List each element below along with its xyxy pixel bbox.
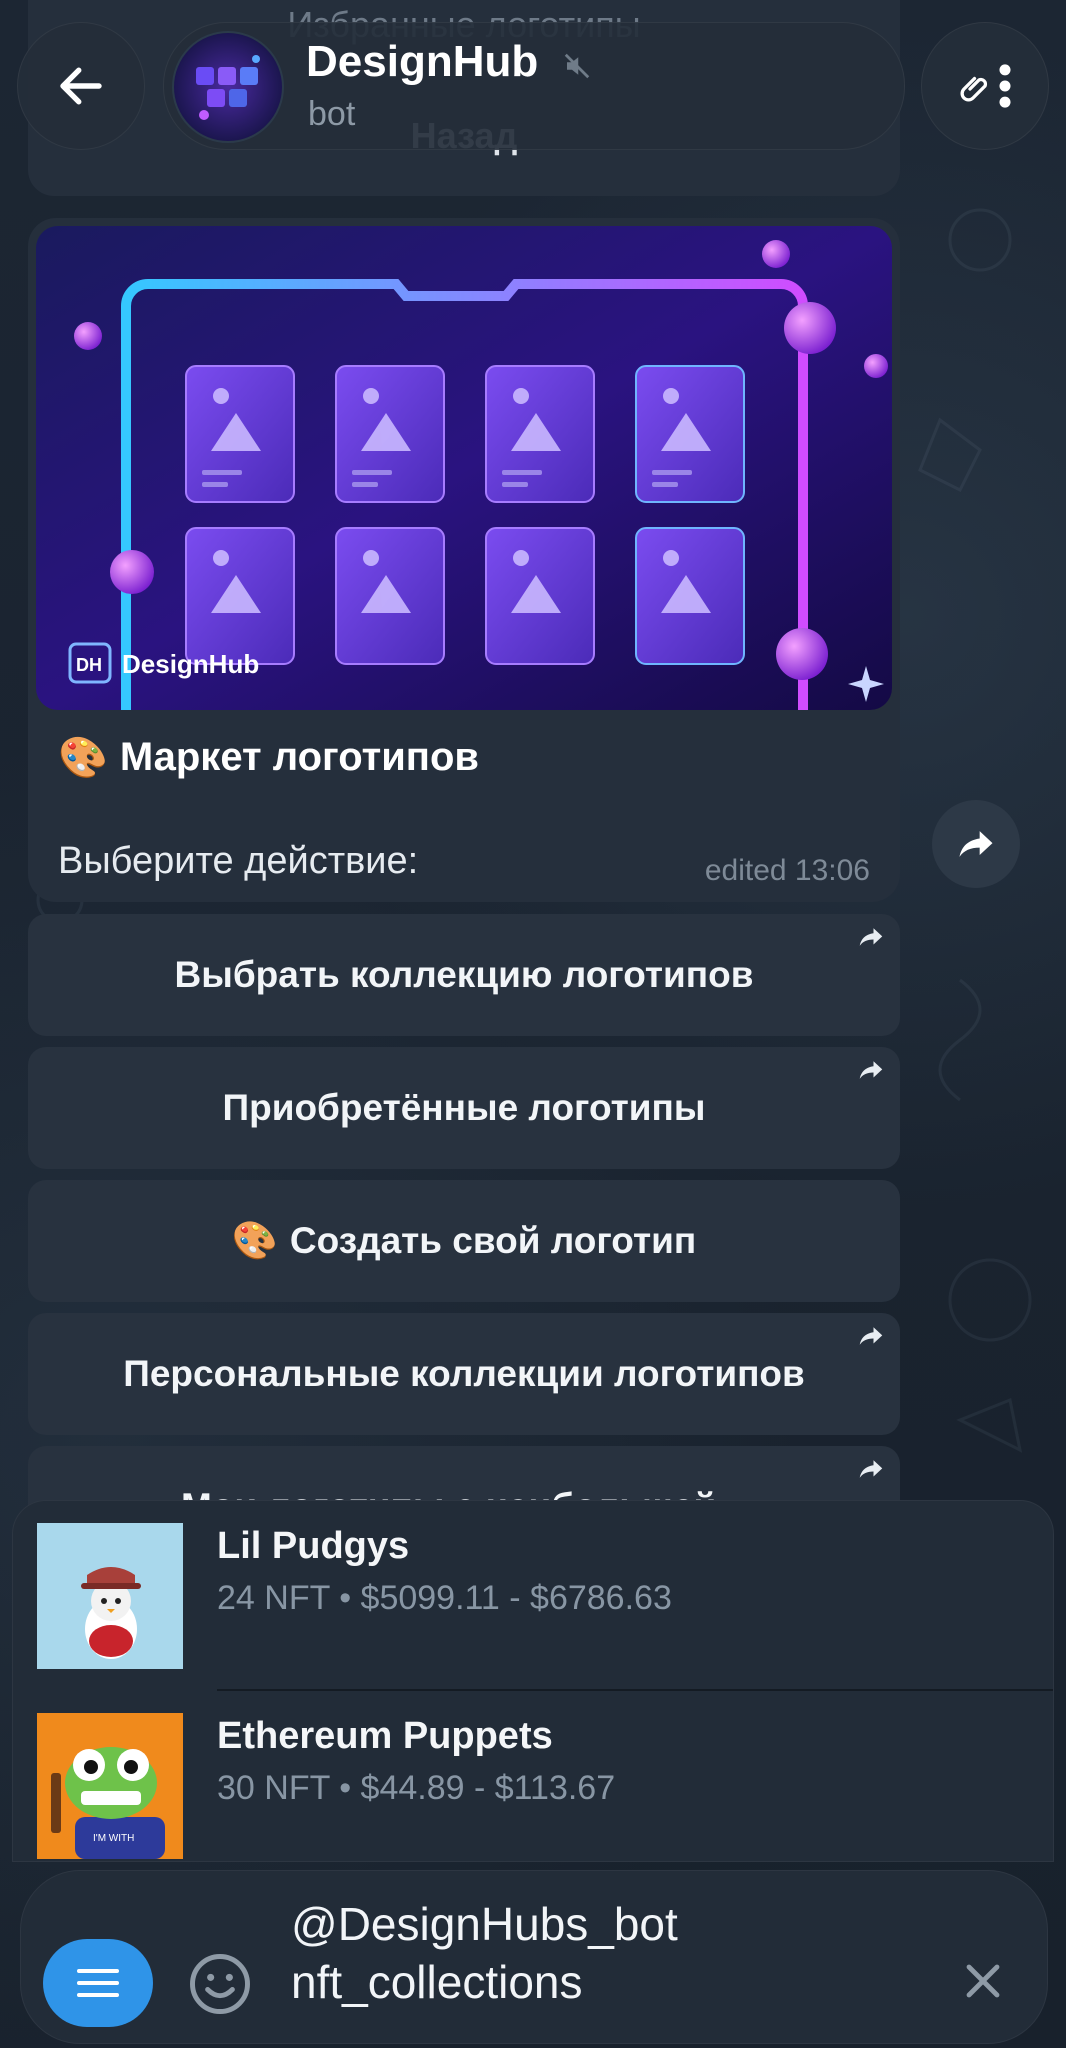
close-icon[interactable] — [959, 1957, 1007, 2005]
chat-header[interactable]: DesignHub bot — [163, 22, 905, 150]
header-actions-button[interactable] — [921, 22, 1049, 150]
keyboard-button-label: Приобретённые логотипы — [222, 1087, 706, 1128]
result-subtitle: 24 NFT • $5099.11 - $6786.63 — [217, 1579, 672, 1617]
keyboard-button-choose-collection[interactable]: Выбрать коллекцию логотипов — [28, 914, 900, 1036]
keyboard-button-label: Персональные коллекции логотипов — [123, 1353, 805, 1394]
palette-emoji: 🎨 — [58, 736, 108, 780]
inline-arrow-icon — [859, 928, 883, 946]
keyboard-button-personal-collections[interactable]: Персональные коллекции логотипов — [28, 1313, 900, 1435]
svg-text:I'M WITH: I'M WITH — [93, 1833, 134, 1844]
inline-arrow-icon — [859, 1061, 883, 1079]
message-body: Выберите действие: — [58, 840, 419, 882]
bot-message: DH DesignHub 🎨 Маркет логотипов Выберите… — [28, 218, 900, 902]
result-thumbnail — [37, 1523, 183, 1669]
result-thumbnail: I'M WITH — [37, 1713, 183, 1859]
keyboard-button-label: Создать свой логотип — [289, 1220, 697, 1261]
message-title: 🎨 Маркет логотипов — [58, 734, 479, 781]
palette-emoji: 🎨 — [231, 1219, 278, 1261]
back-button[interactable] — [17, 22, 145, 150]
bot-avatar[interactable] — [172, 31, 284, 143]
inline-arrow-icon — [859, 1327, 883, 1345]
keyboard-button-purchased[interactable]: Приобретённые логотипы — [28, 1047, 900, 1169]
keyboard-button-label: Выбрать коллекцию логотипов — [174, 954, 754, 995]
banner-brand: DesignHub — [122, 649, 259, 679]
chat-subtitle: bot — [308, 95, 356, 133]
banner-brand-short: DH — [76, 655, 102, 675]
mute-icon — [564, 53, 590, 79]
result-title: Lil Pudgys — [217, 1525, 410, 1567]
result-title: Ethereum Puppets — [217, 1715, 553, 1757]
menu-icon — [77, 1969, 119, 1997]
more-vertical-icon — [999, 64, 1011, 108]
keyboard-button-create-logo[interactable]: 🎨 Создать свой логотип — [28, 1180, 900, 1302]
chat-title: DesignHub — [306, 37, 539, 86]
inline-arrow-icon — [859, 1460, 883, 1478]
result-subtitle: 30 NFT • $44.89 - $113.67 — [217, 1769, 616, 1807]
message-title-text: Маркет логотипов — [119, 735, 479, 779]
bot-menu-button[interactable] — [43, 1939, 153, 2027]
emoji-icon[interactable] — [187, 1951, 253, 2017]
inline-results-panel: Lil Pudgys 24 NFT • $5099.11 - $6786.63 … — [12, 1500, 1054, 1862]
message-composer: @DesignHubs_bot nft_collections — [20, 1870, 1048, 2044]
message-banner-image: DH DesignHub — [36, 226, 892, 710]
message-input[interactable]: @DesignHubs_bot nft_collections — [291, 1895, 678, 2011]
forward-icon — [959, 831, 993, 857]
message-time: edited 13:06 — [704, 854, 870, 887]
forward-message-button[interactable] — [932, 800, 1020, 888]
message-input-line: @DesignHubs_bot — [291, 1898, 678, 1950]
result-item[interactable]: I'M WITH Ethereum Puppets 30 NFT • $44.8… — [13, 1691, 1053, 1861]
attach-icon — [960, 76, 988, 102]
back-arrow-icon — [60, 67, 102, 105]
message-input-line: nft_collections — [291, 1956, 583, 2008]
result-item[interactable]: Lil Pudgys 24 NFT • $5099.11 - $6786.63 — [13, 1501, 1053, 1691]
